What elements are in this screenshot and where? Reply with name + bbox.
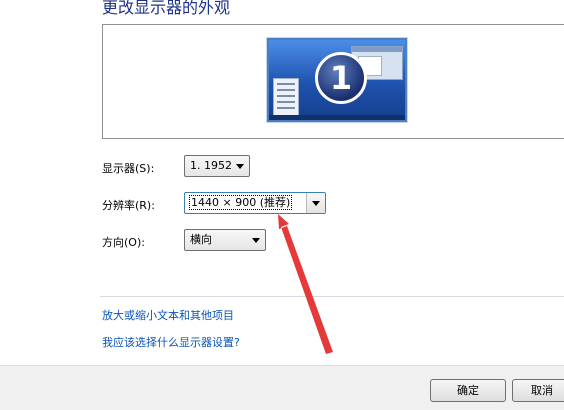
dropdown-arrow-icon xyxy=(312,201,320,206)
display-value: 1. 1952 xyxy=(190,159,232,172)
monitor-icon[interactable]: 1 xyxy=(267,38,407,122)
resolution-label: 分辨率(R): xyxy=(102,199,155,212)
orientation-label: 方向(O): xyxy=(102,236,145,249)
orientation-value: 横向 xyxy=(190,233,212,246)
ok-button[interactable]: 确定 xyxy=(430,379,506,402)
resolution-dropdown[interactable]: 1440 × 900 (推荐) xyxy=(184,192,326,214)
which-settings-link[interactable]: 我应该选择什么显示器设置? xyxy=(102,334,240,350)
dropdown-arrow-icon xyxy=(236,164,244,169)
preview-sidebar-graphic xyxy=(273,78,299,118)
display-preview: 1 xyxy=(102,24,564,139)
display-dropdown[interactable]: 1. 1952 xyxy=(184,155,250,177)
monitor-number-badge: 1 xyxy=(315,52,367,104)
page-title: 更改显示器的外观 xyxy=(102,0,231,17)
display-label: 显示器(S): xyxy=(102,162,155,175)
section-divider xyxy=(100,296,564,297)
orientation-dropdown[interactable]: 横向 xyxy=(184,229,266,251)
resolution-value: 1440 × 900 (推荐) xyxy=(188,195,293,210)
enlarge-text-link[interactable]: 放大或缩小文本和其他项目 xyxy=(102,307,234,323)
cancel-button[interactable]: 取消 xyxy=(512,379,564,402)
dropdown-arrow-icon xyxy=(252,238,260,243)
preview-taskbar-graphic xyxy=(269,115,405,120)
